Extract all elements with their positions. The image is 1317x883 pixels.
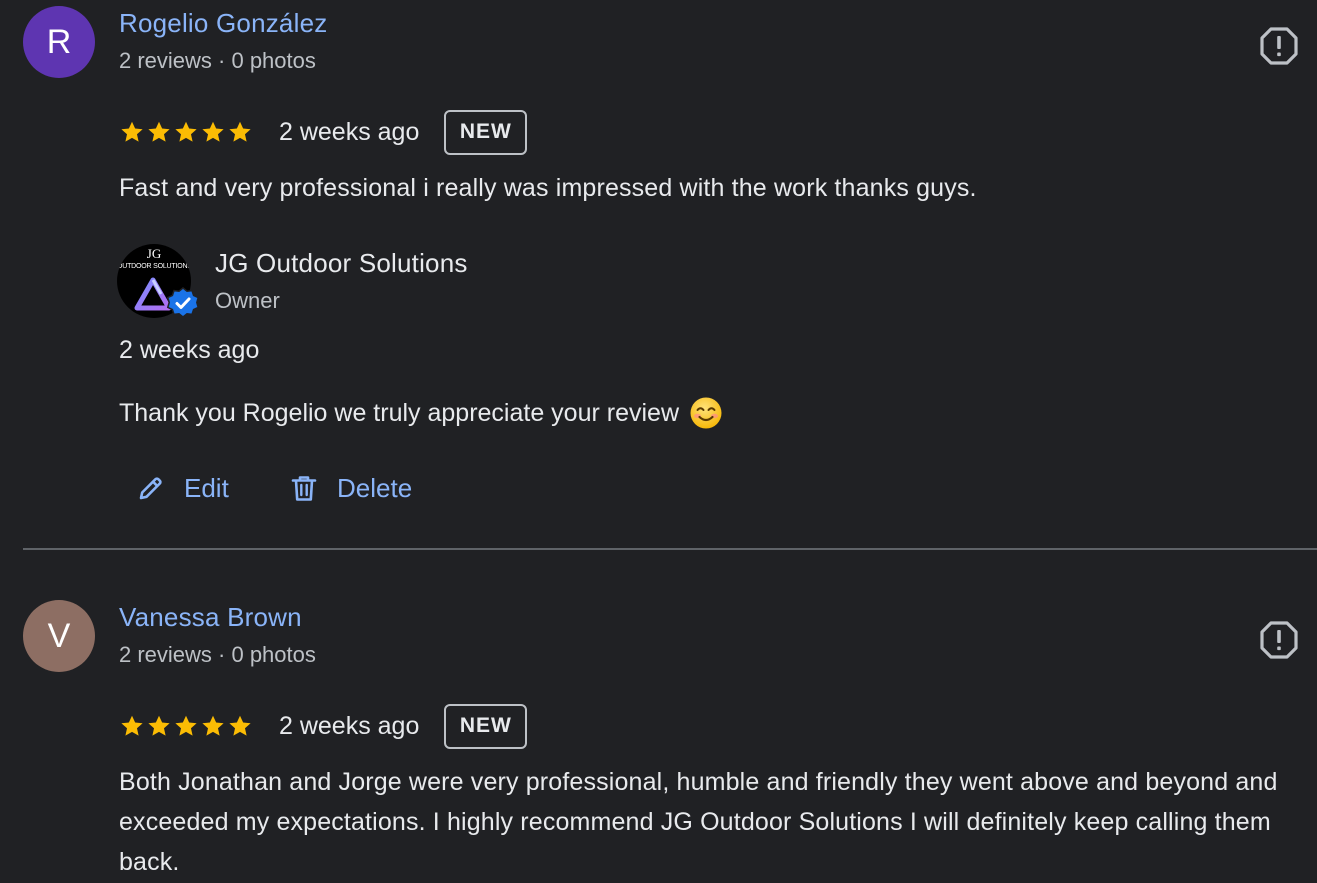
reply-text-body: Thank you Rogelio we truly appreciate yo… (119, 398, 679, 427)
star-rating (119, 713, 253, 739)
delete-label: Delete (337, 472, 413, 503)
smiling-face-icon (690, 397, 722, 429)
reviewer-name[interactable]: Rogelio González (119, 8, 327, 39)
star-icon (229, 715, 251, 736)
star-icon (175, 121, 197, 142)
star-icon (121, 121, 143, 142)
review-text: Both Jonathan and Jorge were very profes… (119, 768, 1278, 876)
new-badge: NEW (444, 109, 528, 155)
star-icon (229, 121, 251, 142)
avatar[interactable]: V (23, 600, 95, 672)
reviewer-meta: 2 reviews · 0 photos (119, 642, 316, 667)
star-rating (119, 119, 253, 145)
star-icon (202, 121, 224, 142)
avatar[interactable]: R (23, 6, 95, 78)
review-date: 2 weeks ago (279, 117, 420, 146)
reply-text: Thank you Rogelio we truly appreciate yo… (119, 396, 723, 430)
star-icon (148, 715, 170, 736)
edit-label: Edit (184, 472, 229, 503)
owner-logo-wordmark: OUTDOOR SOLUTIONS (117, 263, 191, 270)
rating-row: 2 weeks ago NEW (119, 107, 528, 157)
review-date: 2 weeks ago (279, 711, 420, 740)
rating-row: 2 weeks ago NEW (119, 701, 528, 751)
owner-logo-initials: JG (146, 246, 162, 261)
review-divider (23, 548, 1317, 550)
review-text: Fast and very professional i really was … (119, 174, 977, 202)
new-badge: NEW (444, 703, 528, 749)
edit-button[interactable]: Edit (136, 466, 229, 510)
delete-button[interactable]: Delete (289, 466, 412, 510)
review-card: R Rogelio González 2 reviews · 0 photos … (0, 0, 1317, 548)
trash-icon (291, 476, 317, 501)
star-icon (121, 715, 143, 736)
pencil-icon (139, 477, 162, 500)
owner-name: JG Outdoor Solutions (215, 248, 468, 278)
star-icon (175, 715, 197, 736)
owner-role: Owner (215, 288, 280, 313)
reply-date: 2 weeks ago (119, 336, 260, 364)
verified-check-icon (166, 287, 200, 318)
reviewer-meta: 2 reviews · 0 photos (119, 48, 316, 73)
star-icon (202, 715, 224, 736)
review-card: V Vanessa Brown 2 reviews · 0 photos 2 w… (0, 594, 1317, 883)
star-icon (148, 121, 170, 142)
report-flag-icon[interactable] (1259, 620, 1299, 660)
reviewer-name[interactable]: Vanessa Brown (119, 602, 302, 633)
report-flag-icon[interactable] (1259, 26, 1299, 66)
